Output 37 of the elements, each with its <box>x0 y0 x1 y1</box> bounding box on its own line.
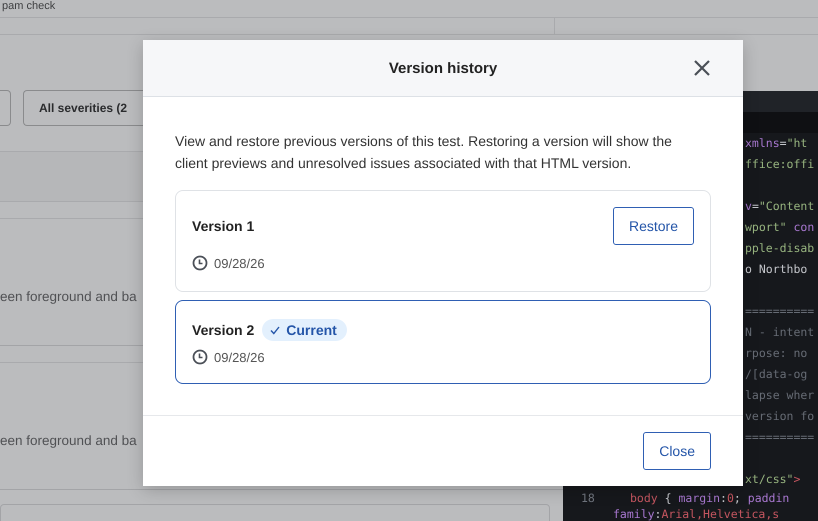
severity-filter-button[interactable]: All severities (2 <box>23 90 143 126</box>
code-line: ffice:offi <box>745 156 814 173</box>
dialog-title: Version history <box>388 60 498 76</box>
code-line: ========== <box>745 303 814 320</box>
code-line: version fo <box>745 408 814 425</box>
code-line: /[data-og <box>745 366 808 383</box>
code-line: ========== <box>745 429 814 446</box>
code-line: xmlns="ht <box>745 135 808 152</box>
version-date: 09/28/26 <box>214 256 265 270</box>
code-line: lapse wher <box>745 387 814 404</box>
clock-icon <box>192 255 208 271</box>
close-icon[interactable] <box>693 59 711 77</box>
line-number: 18 <box>581 490 596 506</box>
code-line: rpose: no <box>745 345 808 362</box>
filter-button[interactable] <box>0 90 11 126</box>
issue-text: een foreground and ba <box>0 433 137 448</box>
clock-icon <box>192 349 208 365</box>
version-name: Version 1 <box>192 218 254 234</box>
issue-text: een foreground and ba <box>0 289 137 304</box>
version-card[interactable]: Version 2 Current 09/28/26 <box>175 300 711 384</box>
page-title: pam check <box>1 0 56 12</box>
code-line: o Northbo <box>745 261 808 278</box>
current-badge: Current <box>262 319 347 341</box>
code-line: body { margin:0; paddin <box>630 490 790 506</box>
code-line: family:Arial,Helvetica,s <box>613 506 780 521</box>
version-card[interactable]: Version 1 09/28/26 Restore <box>175 190 711 292</box>
code-line: v="Content <box>745 198 814 215</box>
version-date: 09/28/26 <box>214 350 265 364</box>
close-button[interactable]: Close <box>643 432 711 470</box>
check-icon <box>270 326 280 334</box>
dialog-description: View and restore previous versions of this test. Restoring a version will show the client previews and unresolved issues associated with that HTML version. <box>175 132 673 173</box>
code-line: pple-disab <box>745 240 814 257</box>
restore-button[interactable]: Restore <box>612 207 694 245</box>
code-line: xt/css"> <box>745 471 800 488</box>
code-line: wport" con <box>745 219 814 236</box>
code-line: N - intent <box>745 324 814 341</box>
version-name: Version 2 <box>192 322 254 338</box>
